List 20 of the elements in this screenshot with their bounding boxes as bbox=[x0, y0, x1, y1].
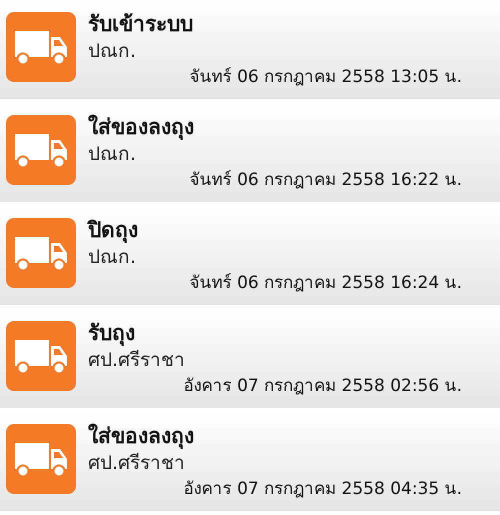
timestamp: จันทร์ 06 กรกฎาคม 2558 16:24 น. bbox=[190, 272, 462, 295]
location-text: ศป.ศรีราชา bbox=[88, 348, 186, 373]
timestamp: อังคาร 07 กรกฎาคม 2558 04:35 น. bbox=[184, 478, 462, 501]
truck-icon bbox=[15, 235, 67, 271]
timestamp: อังคาร 07 กรกฎาคม 2558 02:56 น. bbox=[184, 375, 462, 398]
truck-icon bbox=[15, 132, 67, 168]
truck-icon bbox=[15, 441, 67, 477]
notification-title: ใส่ของลงถุง bbox=[88, 422, 194, 450]
location-text: ปณก. bbox=[88, 39, 136, 64]
truck-icon bbox=[15, 29, 67, 65]
timestamp: จันทร์ 06 กรกฎาคม 2558 13:05 น. bbox=[190, 66, 462, 89]
truck-icon bbox=[15, 338, 67, 374]
notification-title: รับถุง bbox=[88, 320, 135, 347]
location-text: ปณก. bbox=[88, 142, 136, 167]
notification-title: ปิดถุง bbox=[88, 217, 138, 244]
notification-title: รับเข้าระบบ bbox=[88, 11, 193, 38]
timestamp: จันทร์ 06 กรกฎาคม 2558 16:22 น. bbox=[190, 169, 462, 192]
location-text: ศป.ศรีราชา bbox=[88, 451, 186, 476]
notification-title: ใส่ของลงถุง bbox=[88, 114, 194, 141]
location-text: ปณก. bbox=[88, 245, 136, 270]
